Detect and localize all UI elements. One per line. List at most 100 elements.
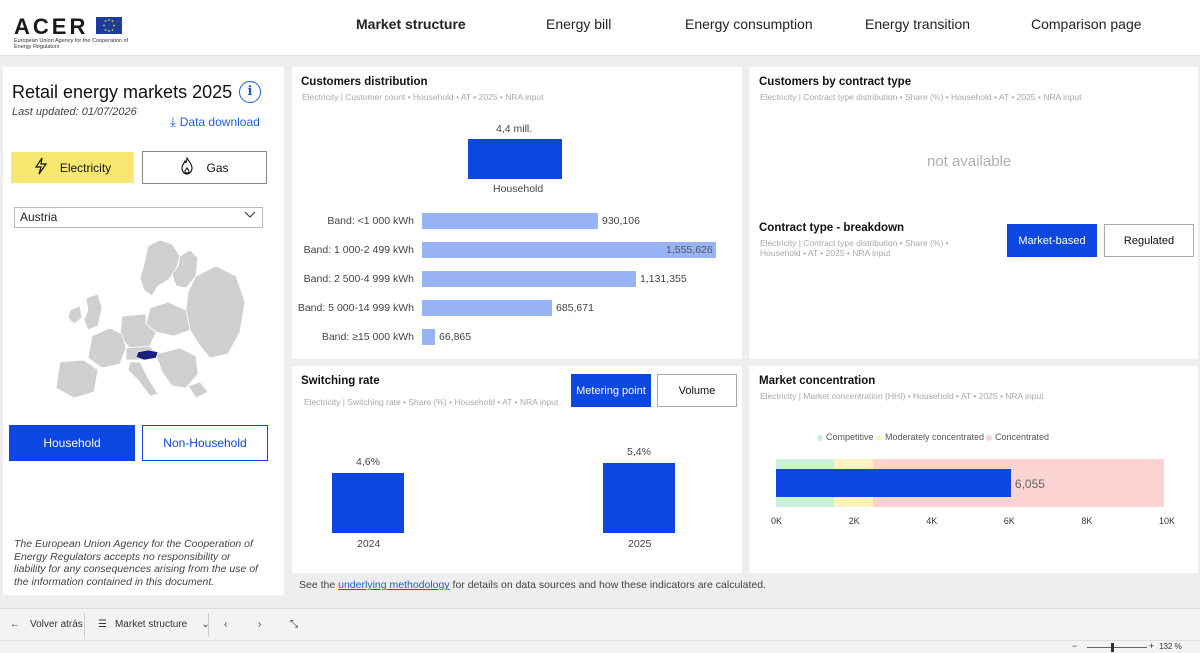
market-concentration-title: Market concentration <box>759 375 876 387</box>
next-page-button[interactable]: › <box>258 619 261 630</box>
contract-type-card <box>749 67 1198 359</box>
band-bar[interactable] <box>422 300 552 316</box>
total-customers-bar[interactable] <box>468 139 562 179</box>
household-button[interactable]: Household <box>9 425 135 461</box>
hhi-bar[interactable] <box>776 469 1011 497</box>
switching-year: 2025 <box>628 538 652 550</box>
flame-icon <box>180 155 194 179</box>
band-label: Band: ≥15 000 kWh <box>321 331 414 343</box>
hhi-tick: 4K <box>926 516 938 526</box>
switching-bar[interactable] <box>603 463 675 533</box>
legend-moderate-label: Moderately concentrated <box>885 432 985 442</box>
volume-button[interactable]: Volume <box>657 374 737 407</box>
band-label: Band: 5 000-14 999 kWh <box>297 302 414 314</box>
band-value: 1,555,626 <box>666 244 713 256</box>
download-icon: ⤓ <box>170 114 176 129</box>
page-selector[interactable]: ☰ Market structure ⌄ <box>98 619 210 630</box>
legend-concentrated: Concentrated <box>986 432 1049 442</box>
zoom-slider-track[interactable] <box>1087 647 1147 648</box>
concentrated-dot <box>986 434 992 441</box>
methodology-prefix: See the <box>299 579 339 591</box>
switching-value: 5,4% <box>627 446 651 458</box>
switching-bar[interactable] <box>332 473 404 533</box>
band-value: 930,106 <box>602 215 640 227</box>
switching-rate-subtitle: Electricity | Switching rate • Share (%)… <box>304 397 559 407</box>
europe-map[interactable] <box>40 236 250 404</box>
market-based-button[interactable]: Market-based <box>1007 224 1097 257</box>
moderate-dot <box>876 434 882 441</box>
eu-flag-icon <box>96 17 122 34</box>
gas-label: Gas <box>206 160 229 175</box>
total-customers-category: Household <box>493 183 544 195</box>
total-customers-label: 4,4 mill. <box>496 123 533 135</box>
page-title: Retail energy markets 2025 <box>12 82 233 102</box>
page-selector-label: Market structure <box>114 619 188 630</box>
acer-logo: ACER European Union Agency for the Coope… <box>14 14 128 52</box>
band-label: Band: 1 000-2 499 kWh <box>303 244 414 256</box>
menu-icon: ☰ <box>98 619 107 630</box>
lightning-icon <box>34 157 48 179</box>
legend-competitive-label: Competitive <box>826 432 874 442</box>
hhi-value: 6,055 <box>1014 477 1045 491</box>
separator <box>208 613 209 637</box>
band-label: Band: <1 000 kWh <box>327 215 414 227</box>
data-download-link[interactable]: ⤓ Data download <box>170 114 260 130</box>
market-concentration-subtitle: Electricity | Market concentration (HHI)… <box>760 391 1044 401</box>
electricity-label: Electricity <box>59 160 112 175</box>
austria-highlight <box>135 349 159 361</box>
hhi-tick: 10K <box>1159 516 1176 526</box>
methodology-link[interactable]: underlying methodology <box>338 579 450 591</box>
band-label: Band: 2 500-4 999 kWh <box>303 273 414 285</box>
breakdown-subtitle-2: Household • AT • 2025 • NRA input <box>760 248 891 258</box>
metering-point-button[interactable]: Metering point <box>571 374 651 407</box>
band-bar[interactable] <box>422 271 636 287</box>
previous-page-button[interactable]: ‹ <box>224 619 227 630</box>
hhi-tick: 2K <box>848 516 860 526</box>
fit-to-page-button[interactable]: ⤡ <box>290 619 298 630</box>
nav-comparison-page[interactable]: Comparison page <box>1031 16 1142 32</box>
disclaimer-text: The European Union Agency for the Cooper… <box>14 538 258 588</box>
country-select[interactable]: Austria <box>14 207 263 228</box>
nav-energy-bill[interactable]: Energy bill <box>546 16 611 32</box>
breakdown-subtitle-1: Electricity | Contract type distribution… <box>760 238 949 248</box>
zoom-in-button[interactable]: + <box>1149 641 1154 651</box>
band-value: 685,671 <box>556 302 594 314</box>
hhi-tick: 8K <box>1081 516 1093 526</box>
electricity-button[interactable]: Electricity <box>11 152 134 183</box>
legend-competitive: Competitive <box>817 432 874 442</box>
methodology-suffix: for details on data sources and how thes… <box>449 579 766 591</box>
competitive-dot <box>817 434 823 441</box>
separator <box>84 613 85 637</box>
zoom-slider-thumb[interactable] <box>1111 643 1114 652</box>
hhi-tick: 6K <box>1003 516 1015 526</box>
zoom-out-button[interactable]: − <box>1072 641 1077 651</box>
top-header: ACER European Union Agency for the Coope… <box>0 0 1200 56</box>
regulated-button[interactable]: Regulated <box>1104 224 1194 257</box>
chevron-down-icon <box>244 207 256 226</box>
band-bar[interactable] <box>422 213 598 229</box>
methodology-note: See the underlying methodology for detai… <box>299 579 766 591</box>
band-bar[interactable] <box>422 329 435 345</box>
nav-market-structure[interactable]: Market structure <box>356 16 466 32</box>
contract-type-subtitle: Electricity | Contract type distribution… <box>760 92 1082 102</box>
nav-energy-consumption[interactable]: Energy consumption <box>685 16 813 32</box>
band-value: 66,865 <box>439 331 472 343</box>
band-value: 1,131,355 <box>640 273 687 285</box>
zoom-level: 132 % <box>1159 642 1182 651</box>
logo-subtitle: European Union Agency for the Cooperatio… <box>14 38 129 50</box>
arrow-left-icon: ← <box>10 619 20 630</box>
non-household-button[interactable]: Non-Household <box>142 425 268 461</box>
legend-concentrated-label: Concentrated <box>995 432 1050 442</box>
nav-energy-transition[interactable]: Energy transition <box>865 16 970 32</box>
not-available-text: not available <box>927 153 1012 170</box>
country-value: Austria <box>20 210 58 224</box>
back-button[interactable]: ← Volver atrás <box>10 619 83 630</box>
info-icon[interactable]: i <box>239 81 261 103</box>
customers-distribution-subtitle: Electricity | Customer count • Household… <box>302 92 544 102</box>
customers-distribution-title: Customers distribution <box>301 76 428 88</box>
gas-button[interactable]: Gas <box>142 151 267 184</box>
last-updated: Last updated: 01/07/2026 <box>12 106 137 118</box>
breakdown-title: Contract type - breakdown <box>759 222 905 234</box>
data-download-label: Data download <box>179 115 260 129</box>
hhi-tick: 0K <box>771 516 783 526</box>
